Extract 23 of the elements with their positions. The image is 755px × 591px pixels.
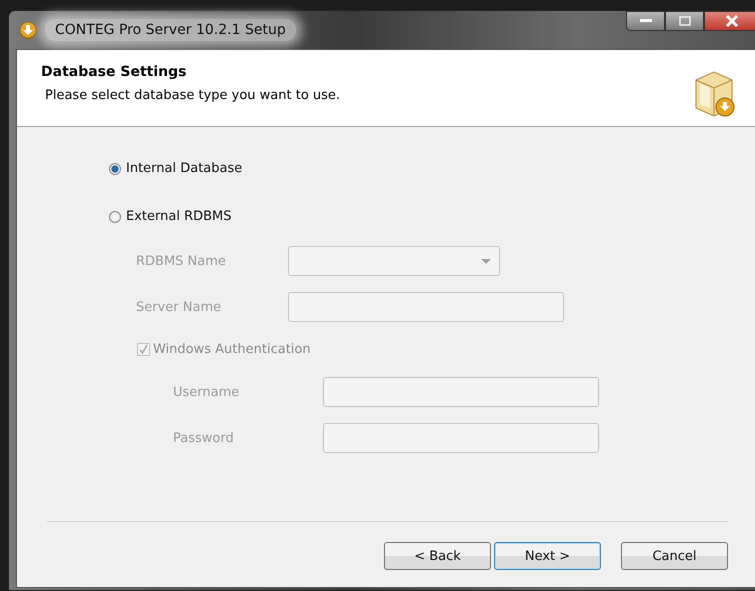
dialog-button[interactable]: < Back xyxy=(384,542,491,570)
radio-label: External RDBMS xyxy=(126,209,232,224)
page-subtitle: Please select database type you want to use. xyxy=(45,88,340,103)
page-title: Database Settings xyxy=(41,64,188,80)
field-label: Server Name xyxy=(136,300,222,314)
checkbox-label: Windows Authentication xyxy=(153,342,311,357)
close-icon xyxy=(725,15,739,27)
dialog-button[interactable]: Cancel xyxy=(621,542,728,570)
maximize-button[interactable] xyxy=(665,11,704,31)
radio-label: Internal Database xyxy=(126,161,242,176)
dropdown-arrow-icon xyxy=(481,259,491,264)
minimize-icon xyxy=(640,19,652,23)
radio-button[interactable] xyxy=(109,210,121,222)
minimize-button[interactable] xyxy=(626,11,665,31)
close-button[interactable] xyxy=(704,11,755,31)
download-icon xyxy=(19,21,37,39)
maximize-icon xyxy=(678,16,690,26)
field-label: RDBMS Name xyxy=(136,254,227,268)
field-label: Password xyxy=(173,430,235,446)
field-label: Username xyxy=(173,384,240,400)
window-title: CONTEG Pro Server 10.2.1 Setup xyxy=(45,19,296,41)
dialog-button[interactable]: Next > xyxy=(494,542,601,570)
radio-button[interactable] xyxy=(109,162,121,174)
